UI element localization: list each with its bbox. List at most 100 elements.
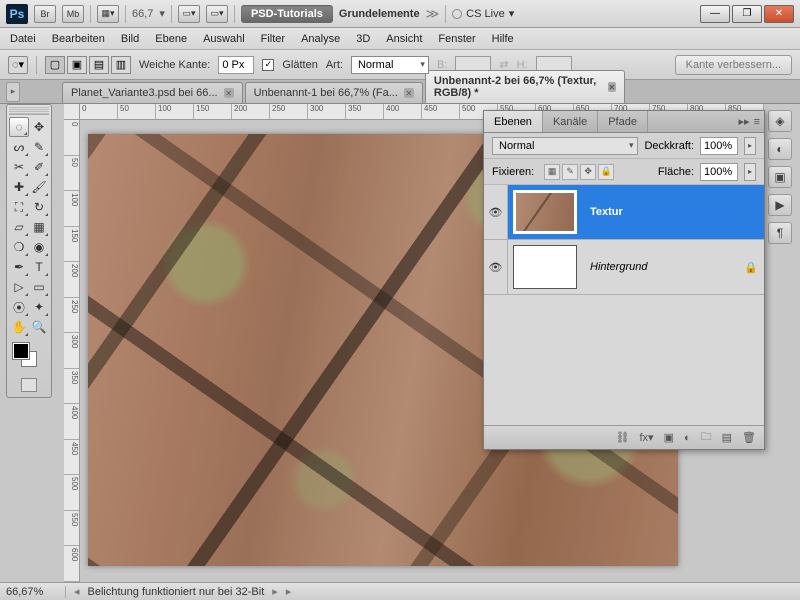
lock-transparency-icon[interactable]: ▦	[544, 164, 560, 180]
layer-thumbnail[interactable]	[513, 245, 577, 289]
path-select-tool[interactable]: ▷	[9, 277, 29, 297]
lasso-tool[interactable]: ᔕ	[9, 137, 29, 157]
feather-input[interactable]: 0 Px	[218, 56, 254, 74]
quickmask-toggle[interactable]	[9, 375, 49, 395]
layer-mask-icon[interactable]: ▣	[664, 431, 674, 444]
current-tool-preset[interactable]: ◌▾	[8, 56, 28, 74]
tab-ebenen[interactable]: Ebenen	[484, 111, 543, 132]
menu-hilfe[interactable]: Hilfe	[492, 33, 514, 45]
workspace-sub[interactable]: Grundelemente	[339, 8, 420, 20]
eraser-tool[interactable]: ▱	[9, 217, 29, 237]
layer-row[interactable]: 👁 Hintergrund 🔒	[484, 240, 764, 295]
quick-select-tool[interactable]: ✎	[29, 137, 49, 157]
close-icon[interactable]: ✕	[404, 88, 414, 98]
menu-ebene[interactable]: Ebene	[155, 33, 187, 45]
layer-fx-icon[interactable]: fx▾	[639, 431, 653, 444]
selection-intersect[interactable]: ▥	[111, 56, 131, 74]
healing-tool[interactable]: ✚	[9, 177, 29, 197]
actions-panel-icon[interactable]: ▶	[768, 194, 792, 216]
lock-all-icon[interactable]: 🔒	[598, 164, 614, 180]
lock-position-icon[interactable]: ✥	[580, 164, 596, 180]
menu-bild[interactable]: Bild	[121, 33, 139, 45]
layer-name[interactable]: Textur	[582, 206, 764, 218]
close-icon[interactable]: ✕	[224, 88, 234, 98]
pen-tool[interactable]: ✒	[9, 257, 29, 277]
menu-fenster[interactable]: Fenster	[438, 33, 475, 45]
bridge-button[interactable]: Br	[34, 5, 56, 23]
crop-tool[interactable]: ✂	[9, 157, 29, 177]
status-zoom[interactable]: 66,67%	[6, 586, 66, 598]
color-swatches[interactable]	[9, 341, 49, 371]
cslive-button[interactable]: CS Live ▾	[452, 7, 514, 20]
delete-layer-icon[interactable]: 🗑	[742, 431, 756, 444]
zoom-readout[interactable]: 66,7	[132, 8, 153, 20]
marquee-tool[interactable]: ◌	[9, 117, 29, 137]
panel-menu-icon[interactable]: ≡	[754, 116, 760, 128]
tabs-toggle[interactable]: ▸	[6, 82, 20, 102]
dodge-tool[interactable]: ◉	[29, 237, 49, 257]
ruler-vertical[interactable]: 050100150200250300350400450500550600	[64, 120, 80, 582]
opacity-input[interactable]: 100%	[700, 137, 738, 155]
minibridge-button[interactable]: Mb	[62, 5, 84, 23]
style-dropdown[interactable]: Normal	[351, 56, 429, 74]
3d-tool[interactable]: ⦿	[9, 297, 29, 317]
tab-pfade[interactable]: Pfade	[598, 111, 648, 132]
document-tab[interactable]: Unbenannt-1 bei 66,7% (Fa... ✕	[245, 82, 423, 103]
workspace-label[interactable]: PSD-Tutorials	[241, 5, 333, 23]
foreground-color[interactable]	[13, 343, 29, 359]
menu-auswahl[interactable]: Auswahl	[203, 33, 245, 45]
maximize-button[interactable]: ❐	[732, 5, 762, 23]
document-tab[interactable]: Planet_Variante3.psd bei 66... ✕	[62, 82, 243, 103]
history-brush-tool[interactable]: ↻	[29, 197, 49, 217]
blend-mode-dropdown[interactable]: Normal	[492, 137, 638, 155]
blur-tool[interactable]: ❍	[9, 237, 29, 257]
menu-ansicht[interactable]: Ansicht	[386, 33, 422, 45]
selection-add[interactable]: ▣	[67, 56, 87, 74]
zoom-dropdown-icon[interactable]: ▾	[159, 7, 165, 20]
visibility-toggle[interactable]: 👁	[484, 240, 508, 294]
layer-name[interactable]: Hintergrund	[582, 261, 744, 273]
swatches-panel-icon[interactable]: ◈	[768, 110, 792, 132]
visibility-toggle[interactable]: 👁	[484, 185, 508, 239]
document-tab[interactable]: Unbenannt-2 bei 66,7% (Textur, RGB/8) * …	[425, 70, 625, 103]
character-panel-icon[interactable]: ¶	[768, 222, 792, 244]
gradient-tool[interactable]: ▦	[29, 217, 49, 237]
antialias-checkbox[interactable]: ✓	[262, 59, 274, 71]
fill-input[interactable]: 100%	[700, 163, 738, 181]
brush-tool[interactable]: 🖌	[29, 177, 49, 197]
layout-button[interactable]: ▦▾	[97, 5, 119, 23]
selection-new[interactable]: ▢	[45, 56, 65, 74]
minimize-button[interactable]: —	[700, 5, 730, 23]
lock-pixels-icon[interactable]: ✎	[562, 164, 578, 180]
status-next-icon[interactable]: ▸	[272, 585, 278, 598]
selection-subtract[interactable]: ▤	[89, 56, 109, 74]
adjustment-layer-icon[interactable]: ◐	[684, 432, 691, 444]
workspace-more-icon[interactable]: ≫	[426, 6, 440, 22]
panel-collapse-icon[interactable]: ▸▸	[739, 115, 750, 128]
stamp-tool[interactable]: ⛶	[9, 197, 29, 217]
refine-edge-button[interactable]: Kante verbessern...	[675, 55, 792, 75]
type-tool[interactable]: T	[29, 257, 49, 277]
adjustments-panel-icon[interactable]: ◐	[768, 138, 792, 160]
menu-analyse[interactable]: Analyse	[301, 33, 340, 45]
menu-datei[interactable]: Datei	[10, 33, 36, 45]
view-extras-button[interactable]: ▭▾	[178, 5, 200, 23]
link-layers-icon[interactable]: ⛓	[616, 431, 630, 444]
layer-row[interactable]: 👁 Textur	[484, 185, 764, 240]
fill-flyout[interactable]: ▸	[744, 163, 756, 181]
menu-filter[interactable]: Filter	[261, 33, 285, 45]
status-menu-icon[interactable]: ▸	[286, 585, 292, 598]
eyedropper-tool[interactable]: ✐	[29, 157, 49, 177]
close-button[interactable]: ✕	[764, 5, 794, 23]
new-layer-icon[interactable]: ▤	[722, 431, 732, 444]
status-prev-icon[interactable]: ◂	[74, 585, 80, 598]
screen-mode-button[interactable]: ▭▾	[206, 5, 228, 23]
panel-grip[interactable]	[9, 107, 49, 115]
hand-tool[interactable]: ✋	[9, 317, 29, 337]
masks-panel-icon[interactable]: ▣	[768, 166, 792, 188]
shape-tool[interactable]: ▭	[29, 277, 49, 297]
zoom-tool[interactable]: 🔍	[29, 317, 49, 337]
opacity-flyout[interactable]: ▸	[744, 137, 756, 155]
menu-3d[interactable]: 3D	[356, 33, 370, 45]
group-icon[interactable]: 🗀	[701, 428, 712, 447]
